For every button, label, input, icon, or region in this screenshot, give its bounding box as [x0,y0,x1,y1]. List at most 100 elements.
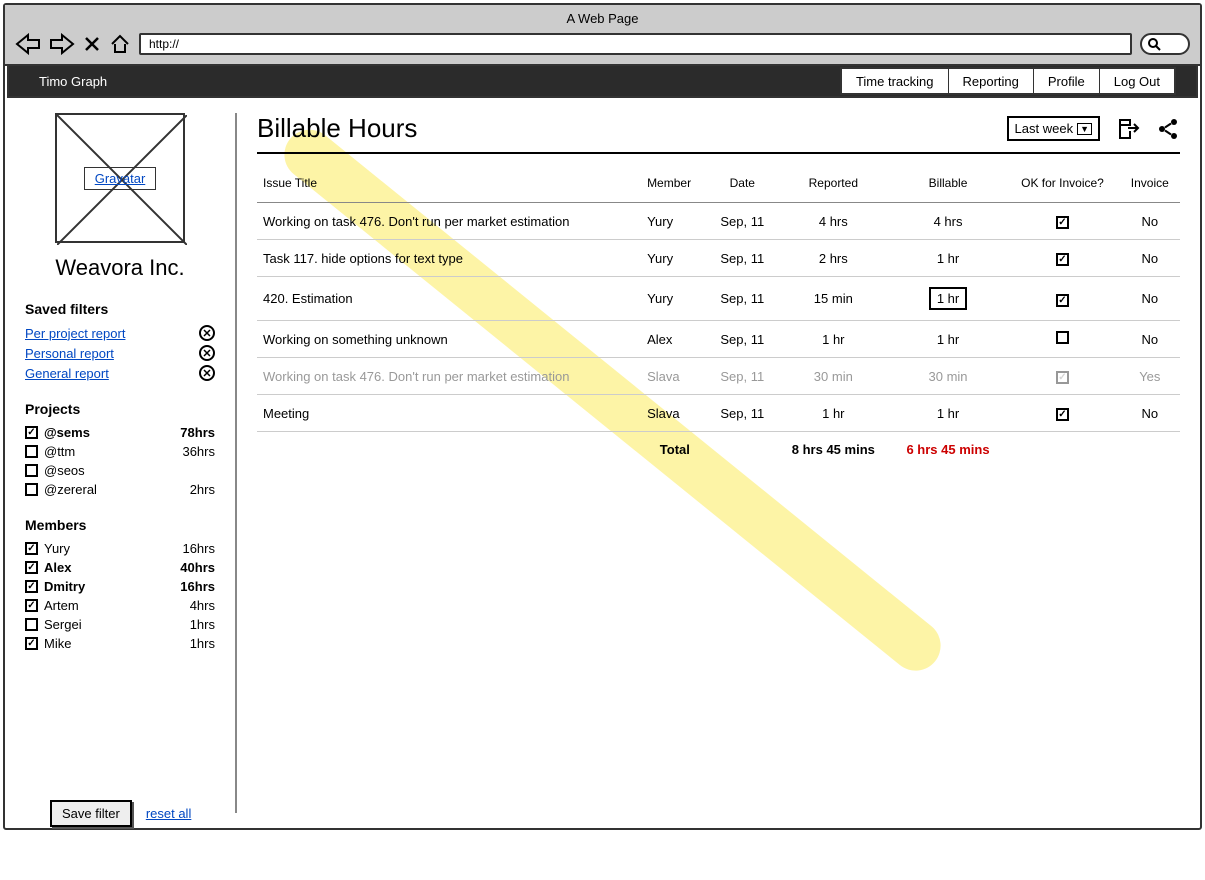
saved-filter-link[interactable]: Personal report [25,346,114,361]
table-row: 420. EstimationYurySep, 1115 min1 hrNo [257,277,1180,321]
project-checkbox[interactable] [25,426,38,439]
search-icon [1147,37,1161,51]
nav-time-tracking[interactable]: Time tracking [842,69,949,93]
cell-issue: Working on task 476. Don't run per marke… [257,203,641,240]
table-row: Task 117. hide options for text typeYury… [257,240,1180,277]
project-label: @zereral [44,482,190,497]
cell-date: Sep, 11 [709,277,776,321]
project-hours: 36hrs [182,444,215,459]
search-oval[interactable] [1140,33,1190,55]
project-label: @sems [44,425,180,440]
cell-invoice: No [1120,203,1180,240]
cell-member: Slava [641,395,709,432]
home-icon[interactable] [109,33,131,55]
col-invoice: Invoice [1120,164,1180,203]
project-checkbox[interactable] [25,464,38,477]
period-select[interactable]: Last week ▼ [1007,116,1100,141]
cell-date: Sep, 11 [709,395,776,432]
member-checkbox[interactable] [25,561,38,574]
period-label: Last week [1015,121,1074,136]
nav-logout[interactable]: Log Out [1100,69,1174,93]
nav-reporting[interactable]: Reporting [949,69,1034,93]
saved-filter-link[interactable]: Per project report [25,326,125,341]
table-row: MeetingSlavaSep, 111 hr1 hrNo [257,395,1180,432]
back-icon[interactable] [15,33,41,55]
cell-member: Yury [641,277,709,321]
cell-invoice: Yes [1120,358,1180,395]
saved-filter-link[interactable]: General report [25,366,109,381]
nav-profile[interactable]: Profile [1034,69,1100,93]
projects-heading: Projects [25,401,215,417]
project-label: @ttm [44,444,182,459]
delete-filter-icon[interactable]: ✕ [199,345,215,361]
cell-member: Slava [641,358,709,395]
total-label: Total [641,432,709,468]
cell-date: Sep, 11 [709,321,776,358]
app-nav: Time tracking Reporting Profile Log Out [840,67,1176,95]
member-checkbox[interactable] [25,580,38,593]
table-row: Working on task 476. Don't run per marke… [257,358,1180,395]
ok-checkbox[interactable] [1056,294,1069,307]
reset-all-link[interactable]: reset all [146,806,192,821]
member-label: Artem [44,598,190,613]
total-billable: 6 hrs 45 mins [891,432,1006,468]
stop-icon[interactable] [83,35,101,53]
cell-date: Sep, 11 [709,358,776,395]
app-title: Timo Graph [39,74,107,89]
cell-issue: Working on something unknown [257,321,641,358]
share-icon[interactable] [1156,117,1180,141]
cell-member: Alex [641,321,709,358]
export-icon[interactable] [1116,117,1140,141]
member-hours: 16hrs [180,579,215,594]
browser-title: A Web Page [5,9,1200,28]
member-checkbox[interactable] [25,542,38,555]
member-hours: 16hrs [182,541,215,556]
url-bar[interactable] [139,33,1132,55]
chevron-down-icon: ▼ [1077,123,1092,135]
member-checkbox[interactable] [25,637,38,650]
cell-member: Yury [641,240,709,277]
cell-issue: Working on task 476. Don't run per marke… [257,358,641,395]
cell-issue: 420. Estimation [257,277,641,321]
company-name: Weavora Inc. [25,255,215,281]
member-label: Mike [44,636,190,651]
cell-issue: Meeting [257,395,641,432]
forward-icon[interactable] [49,33,75,55]
cell-reported: 2 hrs [776,240,891,277]
ok-checkbox[interactable] [1056,253,1069,266]
members-heading: Members [25,517,215,533]
ok-checkbox[interactable] [1056,371,1069,384]
page-title: Billable Hours [257,113,417,144]
ok-checkbox[interactable] [1056,216,1069,229]
ok-checkbox[interactable] [1056,331,1069,344]
ok-checkbox[interactable] [1056,408,1069,421]
billable-table: Issue Title Member Date Reported Billabl… [257,164,1180,467]
cell-date: Sep, 11 [709,203,776,240]
member-checkbox[interactable] [25,599,38,612]
billable-value: 30 min [929,369,968,384]
gravatar-link[interactable]: Gravatar [84,167,157,190]
member-hours: 4hrs [190,598,215,613]
save-filter-button[interactable]: Save filter [50,800,132,827]
avatar: Gravatar [55,113,185,243]
total-reported: 8 hrs 45 mins [776,432,891,468]
cell-reported: 4 hrs [776,203,891,240]
table-row: Working on task 476. Don't run per marke… [257,203,1180,240]
member-hours: 1hrs [190,636,215,651]
delete-filter-icon[interactable]: ✕ [199,365,215,381]
billable-input[interactable]: 1 hr [929,287,967,310]
project-checkbox[interactable] [25,483,38,496]
cell-member: Yury [641,203,709,240]
saved-filters-heading: Saved filters [25,301,215,317]
cell-reported: 15 min [776,277,891,321]
cell-reported: 1 hr [776,321,891,358]
member-label: Sergei [44,617,190,632]
member-label: Yury [44,541,182,556]
project-hours: 2hrs [190,482,215,497]
delete-filter-icon[interactable]: ✕ [199,325,215,341]
project-checkbox[interactable] [25,445,38,458]
cell-date: Sep, 11 [709,240,776,277]
cell-invoice: No [1120,395,1180,432]
member-checkbox[interactable] [25,618,38,631]
billable-value: 4 hrs [934,214,963,229]
